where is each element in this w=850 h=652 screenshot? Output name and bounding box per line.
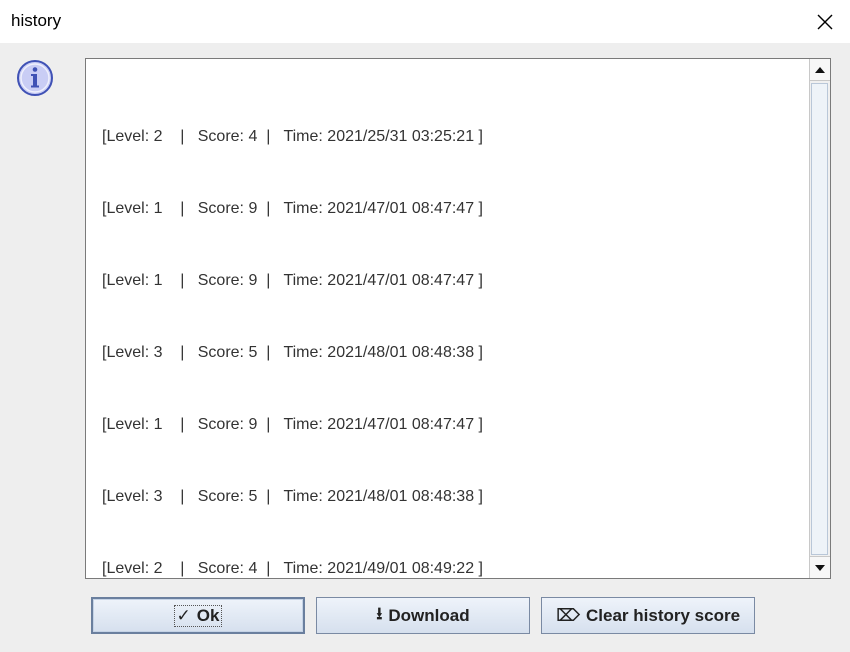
erase-icon: ⌦ (555, 605, 581, 626)
ok-button[interactable]: ✓ Ok (91, 597, 305, 634)
download-icon: ⭳ (376, 604, 383, 624)
ok-label: Ok (196, 605, 220, 625)
history-line: [Level: 1 | Score: 9 | Time: 2021/47/01 … (102, 416, 483, 433)
info-icon (16, 59, 54, 97)
history-list: [Level: 2 | Score: 4 | Time: 2021/25/31 … (102, 77, 483, 629)
history-line: [Level: 2 | Score: 4 | Time: 2021/25/31 … (102, 128, 483, 145)
history-line: [Level: 2 | Score: 4 | Time: 2021/49/01 … (102, 560, 483, 577)
check-icon: ✓ (176, 605, 191, 626)
scroll-up-button[interactable] (810, 59, 830, 81)
title-bar: history (0, 0, 850, 43)
clear-history-label: Clear history score (586, 605, 741, 625)
history-line: [Level: 3 | Score: 5 | Time: 2021/48/01 … (102, 488, 483, 505)
ok-focus: ✓ Ok (173, 604, 223, 627)
history-text-area[interactable]: [Level: 2 | Score: 4 | Time: 2021/25/31 … (85, 58, 831, 579)
arrow-down-icon (815, 564, 825, 571)
arrow-up-icon (815, 66, 825, 73)
history-line: [Level: 1 | Score: 9 | Time: 2021/47/01 … (102, 272, 483, 289)
scroll-down-button[interactable] (810, 556, 830, 578)
download-label: Download (388, 605, 470, 625)
close-button[interactable] (800, 0, 850, 43)
history-line: [Level: 1 | Score: 9 | Time: 2021/47/01 … (102, 200, 483, 217)
clear-history-button[interactable]: ⌦ Clear history score (541, 597, 755, 634)
history-line: [Level: 3 | Score: 5 | Time: 2021/48/01 … (102, 344, 483, 361)
vertical-scrollbar[interactable] (809, 59, 830, 578)
window-title: history (11, 11, 62, 30)
download-button[interactable]: ⭳ Download (316, 597, 530, 634)
close-icon (817, 14, 833, 29)
scrollbar-thumb[interactable] (811, 83, 828, 555)
